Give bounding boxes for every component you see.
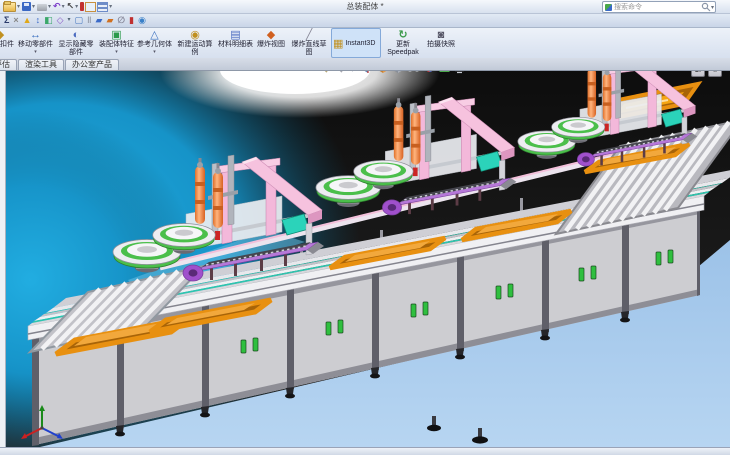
tab-render-tools[interactable]: 渲染工具 bbox=[18, 59, 64, 70]
rebuild-icon[interactable] bbox=[80, 2, 84, 11]
button-label: 装配体特征 bbox=[99, 41, 134, 49]
show-hidden-components-button[interactable]: ◐ 显示隐藏零部件 bbox=[55, 28, 97, 58]
interference-icon[interactable]: × bbox=[13, 15, 18, 26]
update-speedpak-icon: ↻ bbox=[398, 29, 407, 41]
tab-office-products[interactable]: 办公室产品 bbox=[65, 59, 119, 70]
table-icon[interactable] bbox=[97, 2, 108, 12]
button-label: 参考几何体 bbox=[137, 41, 172, 49]
button-label: 更新 Speedpak bbox=[383, 41, 423, 56]
command-manager: ◆ 智能扣件 ↔ 移动零部件 ▾ ◐ 显示隐藏零部件 ▣ 装配体特征 ▾ △ 参… bbox=[0, 28, 730, 58]
solidworks-window: ◧ ▯ ▾ ▾ ▾ ↶▾ ↖▾ ▾ 总装配体 * 搜索命令 ▾ Σ × ▲ ↕ … bbox=[0, 0, 730, 455]
show-hidden-components-icon: ◐ bbox=[73, 29, 80, 41]
undo-caret[interactable]: ▾ bbox=[62, 3, 65, 10]
search-magnifier-icon[interactable]: ▾ bbox=[701, 2, 715, 12]
dropdown-arrow[interactable]: ▾ bbox=[34, 49, 37, 57]
move-component-button[interactable]: ↔ 移动零部件 ▾ bbox=[17, 28, 54, 58]
select-icon[interactable]: ↖ bbox=[67, 2, 75, 11]
quick-access-toolbar: ▾ ▾ ▾ ↶▾ ↖▾ ▾ bbox=[0, 2, 113, 12]
smart-fasteners-button[interactable]: ◆ 智能扣件 bbox=[0, 28, 16, 58]
new-motion-study-icon: ◉ bbox=[190, 29, 200, 41]
new-motion-study-button[interactable]: ◉ 新建运动算例 bbox=[174, 28, 216, 58]
more-caret-icon[interactable]: ▾ bbox=[68, 15, 71, 26]
reference-geometry-button[interactable]: △ 参考几何体 ▾ bbox=[136, 28, 173, 58]
summary-icon[interactable]: Σ bbox=[4, 15, 9, 26]
open-caret[interactable]: ▾ bbox=[17, 3, 20, 10]
button-label: 拍摄快照 bbox=[427, 41, 455, 49]
search-box[interactable]: 搜索命令 ▾ bbox=[602, 1, 716, 13]
tab-evaluate[interactable]: 评估 bbox=[0, 59, 17, 70]
explode-line-sketch-icon: ╱ bbox=[306, 29, 313, 41]
smart-fasteners-icon: ◆ bbox=[0, 29, 4, 41]
update-speedpak-button[interactable]: ↻ 更新 Speedpak bbox=[382, 28, 424, 58]
instant3d-button[interactable]: ▦ Instant3D bbox=[331, 28, 381, 58]
command-manager-tabs: 评估 渲染工具 办公室产品 bbox=[0, 58, 730, 71]
bill-of-materials-button[interactable]: ▤ 材料明细表 bbox=[217, 28, 254, 58]
dropdown-arrow[interactable]: ▾ bbox=[115, 49, 118, 57]
print-icon[interactable] bbox=[37, 4, 47, 11]
assembly-features-button[interactable]: ▣ 装配体特征 ▾ bbox=[98, 28, 135, 58]
warning-icon[interactable]: ▲ bbox=[23, 15, 32, 26]
select-caret[interactable]: ▾ bbox=[75, 3, 78, 10]
standard-toolbar: Σ × ▲ ↕ ◧ ◇ ▾ ▢ ‖ ▰ ▰ ∅ ▮ ◉ bbox=[0, 14, 730, 28]
search-placeholder: 搜索命令 bbox=[614, 2, 642, 12]
preview-orange-icon[interactable]: ▰ bbox=[106, 15, 113, 26]
material-icon[interactable]: ▮ bbox=[129, 15, 134, 26]
display-icon[interactable]: ▢ bbox=[75, 15, 84, 26]
save-icon[interactable] bbox=[22, 2, 31, 11]
open-icon[interactable] bbox=[3, 2, 16, 12]
undo-icon[interactable]: ↶ bbox=[53, 2, 61, 11]
button-label: 新建运动算例 bbox=[175, 41, 215, 56]
exploded-view-icon: ◆ bbox=[267, 29, 275, 41]
button-label: 移动零部件 bbox=[18, 41, 53, 49]
explode-line-sketch-button[interactable]: ╱ 爆炸直线草图 bbox=[288, 28, 330, 58]
viewport-frame-icon[interactable] bbox=[85, 2, 96, 12]
instant3d-icon: ▦ bbox=[333, 38, 343, 50]
feature-panel-splitter[interactable] bbox=[0, 70, 6, 447]
mate-icon[interactable]: ◇ bbox=[57, 15, 64, 26]
button-label: 爆炸视图 bbox=[257, 41, 285, 49]
button-label: 爆炸直线草图 bbox=[289, 41, 329, 56]
measure-icon[interactable]: ↕ bbox=[36, 15, 41, 26]
take-snapshot-icon: ◙ bbox=[438, 29, 445, 41]
move-component-icon: ↔ bbox=[30, 29, 41, 41]
preview-blue-icon[interactable]: ▰ bbox=[96, 15, 103, 26]
reference-geometry-icon: △ bbox=[150, 29, 158, 41]
button-label: 显示隐藏零部件 bbox=[56, 41, 96, 56]
button-label: 智能扣件 bbox=[0, 41, 14, 49]
button-label: Instant3D bbox=[345, 40, 375, 48]
toolbar-separator: ‖ bbox=[87, 15, 91, 26]
appearance-icon[interactable]: ◧ bbox=[44, 15, 53, 26]
exploded-view-button[interactable]: ◆ 爆炸视图 bbox=[255, 28, 287, 58]
search-type-icon[interactable] bbox=[605, 4, 612, 11]
save-caret[interactable]: ▾ bbox=[32, 3, 35, 10]
status-bar bbox=[0, 447, 730, 455]
no-section-icon[interactable]: ∅ bbox=[117, 15, 125, 26]
print-caret[interactable]: ▾ bbox=[48, 3, 51, 10]
table-caret[interactable]: ▾ bbox=[109, 3, 112, 10]
assembly-features-icon: ▣ bbox=[111, 29, 121, 41]
button-label: 材料明细表 bbox=[218, 41, 253, 49]
dropdown-arrow[interactable]: ▾ bbox=[153, 49, 156, 57]
bill-of-materials-icon: ▤ bbox=[230, 29, 240, 41]
title-bar: ▾ ▾ ▾ ↶▾ ↖▾ ▾ 总装配体 * 搜索命令 ▾ bbox=[0, 0, 730, 14]
take-snapshot-button[interactable]: ◙ 拍摄快照 bbox=[425, 28, 457, 58]
globe-icon[interactable]: ◉ bbox=[138, 15, 146, 26]
